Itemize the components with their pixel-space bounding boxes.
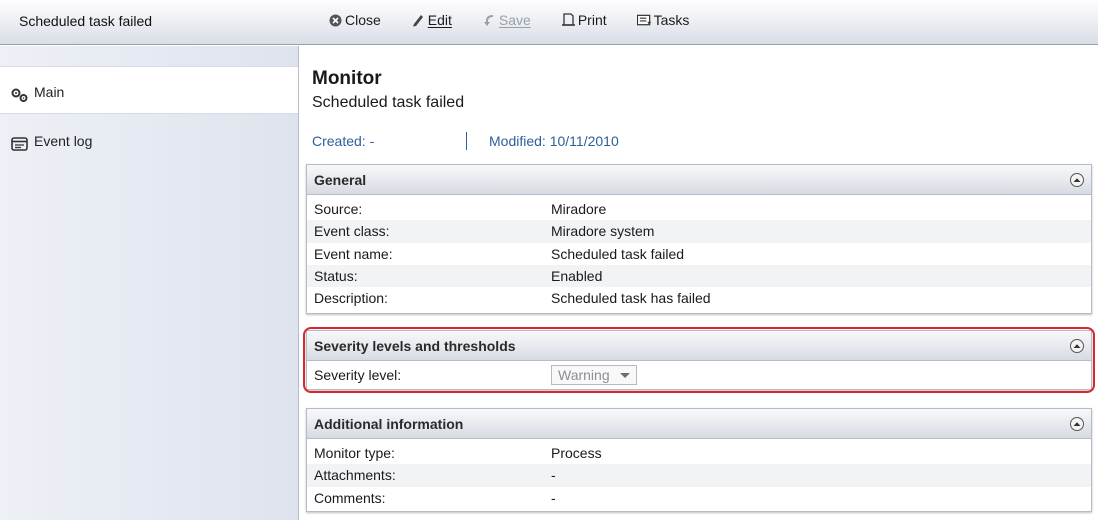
row-value: Miradore system xyxy=(551,223,655,240)
row-key: Description: xyxy=(314,290,388,307)
toolbar: Close Edit Save Print Tasks xyxy=(328,12,719,28)
edit-label: Edit xyxy=(427,12,452,28)
general-rows: Source: Miradore Event class: Miradore sys… xyxy=(307,195,1091,313)
row-key: Source: xyxy=(314,201,363,218)
severity-panel: Severity levels and thresholds Severity … xyxy=(306,330,1092,390)
panel-title: Additional information xyxy=(314,415,464,432)
row-value: Miradore xyxy=(551,201,607,218)
gears-icon xyxy=(10,85,30,105)
severity-rows: Severity level: Warning xyxy=(307,361,1091,390)
sidebar-item-label: Main xyxy=(34,84,65,100)
row-value: - xyxy=(551,467,556,484)
chevron-down-icon xyxy=(620,372,630,378)
save-label: Save xyxy=(498,12,531,28)
row-value: Scheduled task has failed xyxy=(551,290,711,307)
row-value: Process xyxy=(551,445,602,462)
table-row: Comments: - xyxy=(307,487,1091,509)
row-key: Severity level: xyxy=(314,367,402,384)
collapse-icon[interactable] xyxy=(1070,338,1084,353)
meta-info: Created: - Modified: 10/11/2010 xyxy=(312,132,619,150)
event-log-icon xyxy=(10,134,30,154)
window-title: Scheduled task failed xyxy=(19,13,153,29)
severity-level-value: Warning xyxy=(558,367,610,384)
general-panel: General Source: Miradore Event class: Mira… xyxy=(306,164,1092,314)
modified-date: Modified: 10/11/2010 xyxy=(489,133,619,149)
row-key: Event name: xyxy=(314,245,393,262)
general-panel-header: General xyxy=(307,165,1091,195)
row-key: Attachments: xyxy=(314,467,396,484)
severity-level-select[interactable]: Warning xyxy=(551,365,637,386)
save-button[interactable]: Save xyxy=(482,12,531,28)
close-label: Close xyxy=(345,12,381,28)
edit-button[interactable]: Edit xyxy=(411,12,452,28)
table-row: Monitor type: Process xyxy=(307,442,1091,464)
table-row: Event name: Scheduled task failed xyxy=(307,243,1091,265)
print-icon xyxy=(561,13,576,28)
meta-separator xyxy=(466,132,467,150)
collapse-icon[interactable] xyxy=(1070,172,1084,187)
undo-arrow-icon xyxy=(482,13,497,28)
row-value: Scheduled task failed xyxy=(551,245,685,262)
close-button[interactable]: Close xyxy=(328,12,381,28)
row-key: Monitor type: xyxy=(314,445,395,462)
row-value: - xyxy=(551,489,556,506)
row-key: Event class: xyxy=(314,223,390,240)
tasks-icon xyxy=(636,13,652,28)
table-row: Severity level: Warning xyxy=(307,364,1091,387)
created-date: Created: - xyxy=(312,133,375,149)
table-row: Status: Enabled xyxy=(307,264,1091,288)
table-row: Attachments: - xyxy=(307,464,1091,487)
additional-panel-header: Additional information xyxy=(307,409,1091,439)
table-row: Event class: Miradore system xyxy=(307,220,1091,243)
collapse-icon[interactable] xyxy=(1070,416,1084,431)
close-icon xyxy=(328,13,343,28)
panel-title: General xyxy=(314,171,367,188)
print-label: Print xyxy=(577,12,607,28)
panel-title: Severity levels and thresholds xyxy=(314,337,516,354)
sidebar: Main Event log xyxy=(0,46,299,520)
tasks-button[interactable]: Tasks xyxy=(636,12,690,28)
additional-panel: Additional information Monitor type: Proc… xyxy=(306,408,1092,512)
top-bar: Scheduled task failed Close Edit Save Pr… xyxy=(0,0,1098,45)
sidebar-item-event-log[interactable]: Event log xyxy=(0,116,298,164)
row-value: Enabled xyxy=(551,268,603,285)
sidebar-item-label: Event log xyxy=(34,133,93,149)
table-row: Description: Scheduled task has failed xyxy=(307,287,1091,309)
pencil-icon xyxy=(411,13,426,28)
print-button[interactable]: Print xyxy=(561,12,607,28)
tasks-label: Tasks xyxy=(653,12,690,28)
page-subtitle: Scheduled task failed xyxy=(312,94,465,111)
main-content: Monitor Scheduled task failed Created: -… xyxy=(300,46,1098,520)
page-title: Monitor xyxy=(312,68,382,89)
table-row: Source: Miradore xyxy=(307,198,1091,220)
additional-rows: Monitor type: Process Attachments: - Comme… xyxy=(307,439,1091,513)
row-key: Status: xyxy=(314,268,358,285)
row-key: Comments: xyxy=(314,489,386,506)
sidebar-item-main[interactable]: Main xyxy=(0,66,298,114)
severity-panel-header: Severity levels and thresholds xyxy=(307,331,1091,361)
